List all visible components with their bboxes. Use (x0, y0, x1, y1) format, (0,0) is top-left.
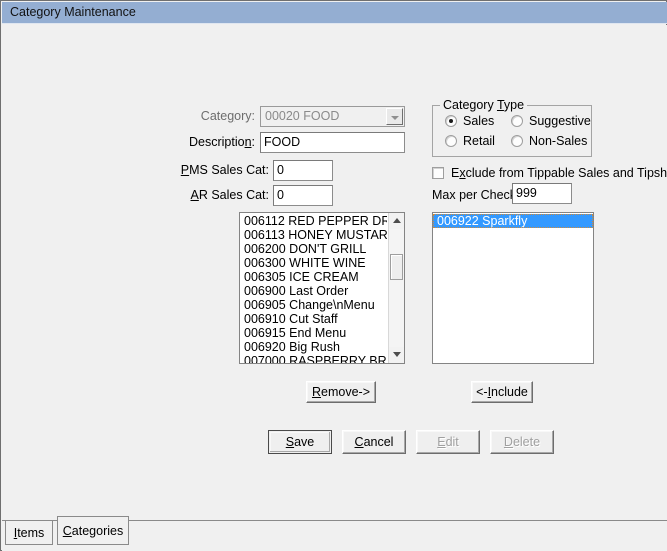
available-category-item[interactable]: 006920 Big Rush (240, 340, 387, 354)
available-categories-listbox[interactable]: 006112 RED PEPPER DRES006113 HONEY MUSTA… (239, 212, 405, 364)
available-category-item[interactable]: 007000 RASPBERRY BREA (240, 354, 387, 363)
save-button[interactable]: Save (268, 430, 332, 454)
window-title: Category Maintenance (10, 5, 136, 19)
tab-categories[interactable]: Categories (57, 516, 129, 545)
category-label: Category: (200, 109, 255, 123)
delete-button: Delete (490, 430, 554, 454)
available-category-item[interactable]: 006905 Change\nMenu (240, 298, 387, 312)
pms-sales-cat-label: PMS Sales Cat: (180, 163, 269, 177)
included-categories-items: 006922 Sparkfly (433, 213, 593, 228)
included-categories-listbox[interactable]: 006922 Sparkfly (432, 212, 594, 364)
category-combobox[interactable]: 00020 FOOD (260, 106, 405, 127)
pms-sales-cat-input[interactable]: 0 (273, 160, 333, 181)
exclude-tippable-checkbox-label: Exclude from Tippable Sales and Tipshare (451, 166, 667, 180)
category-type-legend: Category Type (440, 98, 528, 112)
radio-suggestive-label: Suggestive (529, 114, 591, 128)
available-category-item[interactable]: 006915 End Menu (240, 326, 387, 340)
available-categories-items: 006112 RED PEPPER DRES006113 HONEY MUSTA… (240, 213, 387, 363)
available-category-item[interactable]: 006305 ICE CREAM (240, 270, 387, 284)
ar-sales-cat-label: AR Sales Cat: (190, 188, 269, 202)
radio-retail-label: Retail (463, 134, 495, 148)
radio-non-sales-label: Non-Sales (529, 134, 588, 148)
max-per-check-label: Max per Check: (432, 188, 520, 202)
available-category-item[interactable]: 006112 RED PEPPER DRES (240, 214, 387, 228)
scroll-down-arrow-icon[interactable] (389, 347, 404, 363)
chevron-down-icon[interactable] (386, 108, 403, 125)
remove-button[interactable]: Remove-> (306, 381, 376, 403)
category-combobox-value: 00020 FOOD (265, 109, 340, 123)
bottom-tabstrip: Items Categories (2, 511, 667, 549)
available-category-item[interactable]: 006113 HONEY MUSTARD (240, 228, 387, 242)
available-category-item[interactable]: 006200 DON'T GRILL (240, 242, 387, 256)
description-input[interactable]: FOOD (260, 132, 405, 153)
include-button[interactable]: <-Include (471, 381, 533, 403)
available-category-item[interactable]: 006910 Cut Staff (240, 312, 387, 326)
cancel-button[interactable]: Cancel (342, 430, 406, 454)
category-maintenance-window: Category Maintenance Category: 00020 FOO… (0, 0, 667, 551)
radio-sales-dot (445, 115, 457, 127)
tab-items[interactable]: Items (5, 521, 53, 545)
exclude-tippable-checkbox-box (432, 167, 444, 179)
ar-sales-cat-input[interactable]: 0 (273, 185, 333, 206)
category-type-groupbox: Category Type Sales Suggestive Retail No… (432, 98, 592, 157)
included-category-item[interactable]: 006922 Sparkfly (433, 214, 593, 228)
max-per-check-input[interactable]: 999 (512, 183, 572, 204)
edit-button: Edit (416, 430, 480, 454)
radio-non-sales-dot (511, 135, 523, 147)
window-client-area: Category: 00020 FOOD Description: FOOD P… (2, 25, 667, 551)
available-category-item[interactable]: 006300 WHITE WINE (240, 256, 387, 270)
window-titlebar: Category Maintenance (2, 2, 667, 24)
available-category-item[interactable]: 006900 Last Order (240, 284, 387, 298)
radio-suggestive-dot (511, 115, 523, 127)
radio-sales-label: Sales (463, 114, 495, 128)
radio-retail-dot (445, 135, 457, 147)
description-label: Description: (188, 135, 255, 149)
scroll-up-arrow-icon[interactable] (389, 213, 404, 229)
available-listbox-scrollbar[interactable] (388, 213, 404, 363)
scrollbar-thumb[interactable] (390, 254, 403, 280)
